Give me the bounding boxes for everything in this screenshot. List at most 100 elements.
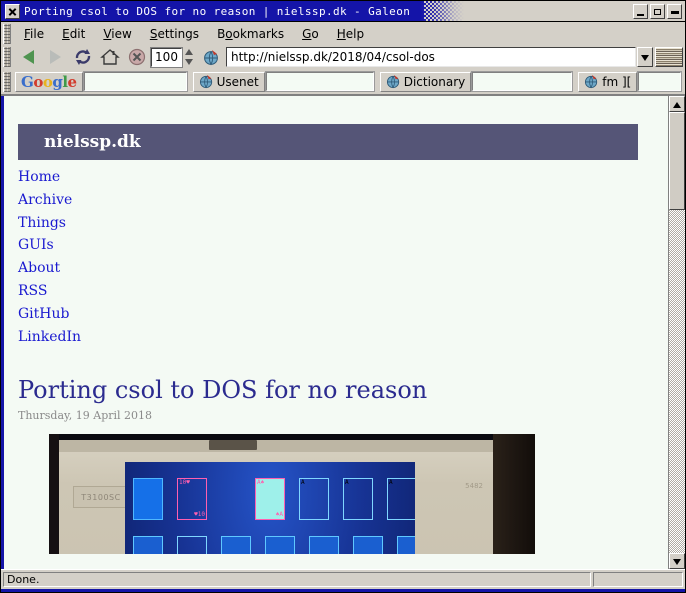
nav-link-github[interactable]: GitHub — [18, 303, 69, 326]
back-button[interactable] — [15, 46, 42, 68]
card-foundation-2: A — [343, 478, 373, 521]
menu-bookmarks[interactable]: Bookmarks — [208, 25, 293, 43]
globe-icon — [204, 49, 218, 65]
menu-edit[interactable]: Edit — [53, 25, 94, 43]
usenet-label: Usenet — [216, 74, 259, 89]
menu-edit-accel: E — [62, 26, 70, 41]
titlebar-filler — [464, 1, 633, 21]
url-text: http://nielssp.dk/2018/04/csol-dos — [231, 50, 435, 64]
nav-link-guis[interactable]: GUIs — [18, 234, 54, 257]
card-pip-top: A — [301, 479, 305, 487]
dictionary-search-input[interactable] — [471, 71, 574, 92]
globe-icon — [199, 74, 212, 89]
card-foundation-3: A — [387, 478, 415, 521]
tableau-card-5 — [309, 536, 339, 555]
usenet-search-button[interactable]: Usenet — [192, 71, 265, 92]
forward-arrow-icon — [50, 50, 61, 64]
dictionary-search-button[interactable]: Dictionary — [379, 71, 472, 92]
menu-help-accel: H — [336, 26, 346, 41]
tableau-card-6 — [353, 536, 383, 555]
window-bottom-border — [1, 589, 685, 592]
search-toolbar: Google Usenet Dictionary fm][ — [1, 69, 685, 94]
menubar-drag-handle[interactable] — [3, 23, 11, 44]
scroll-up-button[interactable] — [669, 96, 685, 112]
scroll-down-button[interactable] — [669, 553, 685, 569]
toolbar-area: File Edit View Settings Bookmarks Go Hel… — [1, 22, 685, 95]
nav-link-archive[interactable]: Archive — [18, 189, 72, 212]
menu-file[interactable]: File — [15, 25, 53, 43]
menubar: File Edit View Settings Bookmarks Go Hel… — [1, 22, 685, 45]
google-search-button[interactable]: Google — [15, 71, 83, 92]
card-pip-top: A♠ — [257, 479, 265, 487]
card-pip-bottom: ♥10 — [194, 511, 205, 519]
laptop-case: T3100SC 5482 10♥ ♥10 A♠ ♠A A A A — [59, 440, 493, 555]
fm-search-button[interactable]: fm ][ — [578, 71, 638, 92]
menu-settings[interactable]: Settings — [141, 25, 208, 43]
menu-go[interactable]: Go — [293, 25, 328, 43]
maximize-button[interactable] — [650, 3, 665, 19]
fm-search-input[interactable] — [637, 71, 682, 92]
nav-link-rss[interactable]: RSS — [18, 280, 47, 303]
home-button[interactable] — [96, 46, 123, 68]
laptop-lid-edge — [59, 440, 493, 453]
card-foundation-1: A — [299, 478, 329, 521]
zoom-stepper[interactable] — [183, 47, 196, 67]
status-bar: Done. — [1, 569, 685, 589]
card-pip-top: A — [345, 479, 349, 487]
nav-link-home[interactable]: Home — [18, 166, 60, 189]
minimize-button[interactable] — [633, 3, 648, 19]
menu-view[interactable]: View — [94, 25, 140, 43]
fm-label: fm ][ — [602, 74, 632, 89]
navigation-toolbar-drag-handle[interactable] — [3, 47, 11, 67]
nav-link-things[interactable]: Things — [18, 212, 66, 235]
scrollbar-thumb[interactable] — [669, 112, 685, 210]
zoom-level-input[interactable]: 100 — [150, 46, 183, 68]
nav-link-about[interactable]: About — [18, 257, 60, 280]
status-secondary-pane — [593, 572, 683, 587]
tableau-card-3 — [221, 536, 251, 555]
card-pip-top: A — [389, 479, 393, 487]
url-bar[interactable]: http://nielssp.dk/2018/04/csol-dos — [226, 47, 636, 67]
card-pip-top: 10♥ — [179, 479, 190, 487]
bookmark-globe-button[interactable] — [198, 46, 225, 68]
close-button[interactable] — [667, 3, 682, 19]
google-logo-icon: Google — [21, 72, 77, 91]
url-dropdown-button[interactable] — [637, 47, 653, 67]
menu-help-post: elp — [345, 26, 365, 41]
menu-go-post: o — [311, 26, 319, 41]
toolbar-resize-grip[interactable] — [655, 47, 683, 67]
tableau-card-2 — [177, 536, 207, 555]
usenet-search-input[interactable] — [264, 71, 375, 92]
forward-button[interactable] — [42, 46, 69, 68]
tableau-card-4 — [265, 536, 295, 555]
google-search-input[interactable] — [82, 71, 188, 92]
reload-button[interactable] — [69, 46, 96, 68]
card-ace-spades: A♠ ♠A — [255, 478, 285, 521]
stop-icon — [128, 48, 145, 66]
menu-edit-post: dit — [69, 26, 86, 41]
window-menu-box-icon[interactable] — [5, 3, 20, 19]
post-date: Thursday, 19 April 2018 — [18, 409, 153, 423]
scrollbar-trough[interactable] — [669, 112, 685, 553]
home-icon — [99, 49, 120, 65]
stop-button[interactable] — [123, 46, 150, 68]
laptop-photo: T3100SC 5482 10♥ ♥10 A♠ ♠A A A A — [49, 434, 535, 555]
site-banner: nielssp.dk — [18, 124, 638, 160]
search-toolbar-drag-handle[interactable] — [3, 71, 11, 92]
menu-view-post: iew — [111, 26, 132, 41]
card-ten-hearts: 10♥ ♥10 — [177, 478, 207, 521]
browser-window: Porting csol to DOS for no reason | niel… — [0, 0, 686, 593]
status-message: Done. — [3, 572, 591, 587]
menu-bookmarks-accel: o — [225, 26, 233, 41]
navigation-toolbar: 100 http://nielssp.dk/2018/04/csol-dos — [1, 45, 685, 69]
photo-right-background — [493, 434, 535, 555]
nav-link-linkedin[interactable]: LinkedIn — [18, 326, 81, 349]
laptop-serial-label: 5482 — [465, 482, 483, 491]
laptop-model-badge: T3100SC — [73, 486, 129, 509]
post-title: Porting csol to DOS for no reason — [18, 376, 428, 405]
tableau-card-7 — [397, 536, 415, 555]
vertical-scrollbar[interactable] — [668, 96, 685, 569]
menu-help[interactable]: Help — [328, 25, 373, 43]
menu-file-post: ile — [30, 26, 45, 41]
menu-bookmarks-post: okmarks — [232, 26, 285, 41]
